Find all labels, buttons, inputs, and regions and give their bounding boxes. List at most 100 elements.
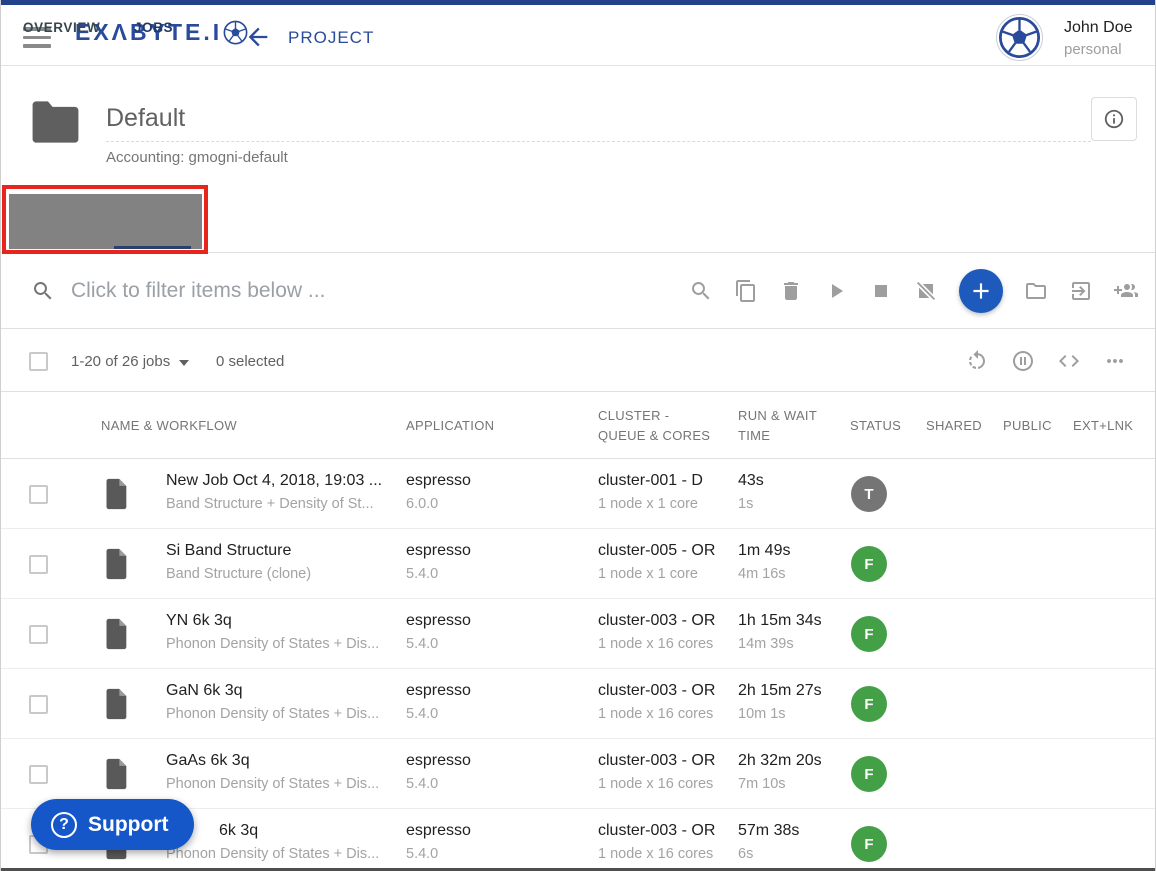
job-cluster: cluster-001 - D: [598, 472, 703, 490]
tabs-bar: [9, 194, 202, 249]
reload-button[interactable]: [965, 349, 989, 373]
job-cluster: cluster-005 - OR: [598, 542, 715, 560]
exit-to-app-icon: [1069, 279, 1093, 303]
person-add-icon: [1114, 279, 1138, 303]
job-workflow: Band Structure + Density of St...: [166, 496, 382, 512]
status-badge: F: [851, 686, 887, 722]
trash-icon: [779, 279, 803, 303]
tab-jobs[interactable]: JOBS: [134, 0, 173, 55]
search-icon: [689, 279, 713, 303]
column-header-name: NAME & WORKFLOW: [101, 392, 237, 459]
job-name: YN 6k 3q: [166, 612, 379, 630]
abort-button[interactable]: [914, 279, 938, 303]
support-button[interactable]: ? Support: [31, 799, 194, 850]
user-role: personal: [1064, 41, 1122, 58]
abort-icon: [914, 279, 938, 303]
status-badge: F: [851, 756, 887, 792]
pause-circle-icon: [1011, 349, 1035, 373]
more-options-button[interactable]: [1103, 349, 1127, 373]
job-cluster: cluster-003 - OR: [598, 682, 715, 700]
folder-icon: [1024, 279, 1048, 303]
table-row[interactable]: YN 6k 3q Phonon Density of States + Dis..…: [1, 599, 1155, 669]
column-header-ext: EXT+LNK: [1073, 392, 1133, 459]
import-button[interactable]: [1069, 279, 1093, 303]
status-badge: F: [851, 616, 887, 652]
table-header: NAME & WORKFLOW APPLICATION CLUSTER - QU…: [1, 392, 1155, 459]
row-checkbox[interactable]: [29, 485, 48, 504]
info-button[interactable]: [1091, 97, 1137, 141]
status-badge: T: [851, 476, 887, 512]
job-cluster: cluster-003 - OR: [598, 822, 715, 840]
job-file-icon: [103, 477, 131, 511]
table-row[interactable]: GaAs 6k 3qPhonon Density of States + Dis…: [1, 739, 1155, 809]
row-checkbox[interactable]: [29, 625, 48, 644]
job-app-version: 5.4.0: [406, 846, 471, 862]
job-cores: 1 node x 16 cores: [598, 636, 715, 652]
project-folder-icon: [28, 99, 83, 145]
job-workflow: Band Structure (clone): [166, 566, 311, 582]
job-run-time: 1h 15m 34s: [738, 612, 822, 630]
create-job-button[interactable]: [959, 269, 1003, 313]
job-application: espresso: [406, 542, 471, 560]
run-button[interactable]: [824, 279, 848, 303]
job-wait-time: 10m 1s: [738, 706, 822, 722]
stop-button[interactable]: [869, 279, 893, 303]
code-icon: [1057, 349, 1081, 373]
question-mark-icon: ?: [51, 812, 77, 838]
table-row[interactable]: New Job Oct 4, 2018, 19:03 ...Band Struc…: [1, 459, 1155, 529]
column-header-status: STATUS: [850, 392, 901, 459]
more-horiz-icon: [1103, 349, 1127, 373]
active-tab-indicator: [114, 246, 191, 249]
search-icon: [31, 279, 55, 303]
job-workflow: Phonon Density of States + Dis...: [166, 776, 379, 792]
column-header-cluster: CLUSTER - QUEUE & CORES: [598, 392, 718, 459]
plus-icon: [968, 278, 994, 304]
job-workflow: Phonon Density of States + Dis...: [166, 636, 379, 652]
move-to-folder-button[interactable]: [1024, 279, 1048, 303]
job-run-time: 1m 49s: [738, 542, 790, 560]
toolbar-search-button[interactable]: [689, 279, 713, 303]
share-button[interactable]: [1114, 279, 1138, 303]
pause-button[interactable]: [1011, 349, 1035, 373]
project-accounting: Accounting: gmogni-default: [106, 149, 288, 166]
title-divider: [106, 141, 1091, 142]
job-application: espresso: [406, 822, 471, 840]
job-app-version: 6.0.0: [406, 496, 471, 512]
filter-input[interactable]: [71, 273, 631, 309]
job-wait-time: 1s: [738, 496, 764, 512]
job-run-time: 2h 32m 20s: [738, 752, 822, 770]
row-checkbox[interactable]: [29, 765, 48, 784]
row-checkbox[interactable]: [29, 695, 48, 714]
selected-count: 0 selected: [216, 353, 284, 370]
job-workflow: Phonon Density of States + Dis...: [166, 706, 379, 722]
job-cluster: cluster-003 - OR: [598, 612, 715, 630]
back-arrow-icon[interactable]: [244, 23, 272, 51]
column-header-public: PUBLIC: [1003, 392, 1052, 459]
breadcrumb: PROJECT: [288, 28, 374, 48]
duplicate-button[interactable]: [734, 279, 758, 303]
column-header-run: RUN & WAIT TIME: [738, 392, 830, 459]
select-all-checkbox[interactable]: [29, 352, 48, 371]
job-run-time: 57m 38s: [738, 822, 799, 840]
job-cores: 1 node x 16 cores: [598, 846, 715, 862]
chevron-down-icon: [179, 360, 189, 366]
avatar[interactable]: [996, 14, 1043, 61]
app-bar: EXΛBYTE.I PROJECT: [1, 5, 1155, 66]
support-label: Support: [88, 813, 168, 837]
table-row[interactable]: Si Band StructureBand Structure (clone) …: [1, 529, 1155, 599]
row-checkbox[interactable]: [29, 555, 48, 574]
page-title: Default: [106, 104, 185, 133]
tab-overview[interactable]: OVERVIEW: [23, 0, 100, 55]
delete-button[interactable]: [779, 279, 803, 303]
table-row[interactable]: GaN 6k 3qPhonon Density of States + Dis.…: [1, 669, 1155, 739]
job-name: Si Band Structure: [166, 542, 311, 560]
job-workflow: Phonon Density of States + Dis...: [166, 846, 379, 862]
job-cores: 1 node x 16 cores: [598, 776, 715, 792]
code-view-button[interactable]: [1057, 349, 1081, 373]
job-application: espresso: [406, 682, 471, 700]
job-cores: 1 node x 16 cores: [598, 706, 715, 722]
rotate-left-icon: [965, 349, 989, 373]
pagination-dropdown[interactable]: 1-20 of 26 jobs: [71, 353, 189, 370]
column-header-shared: SHARED: [926, 392, 982, 459]
pagination-label: 1-20 of 26 jobs: [71, 353, 170, 370]
